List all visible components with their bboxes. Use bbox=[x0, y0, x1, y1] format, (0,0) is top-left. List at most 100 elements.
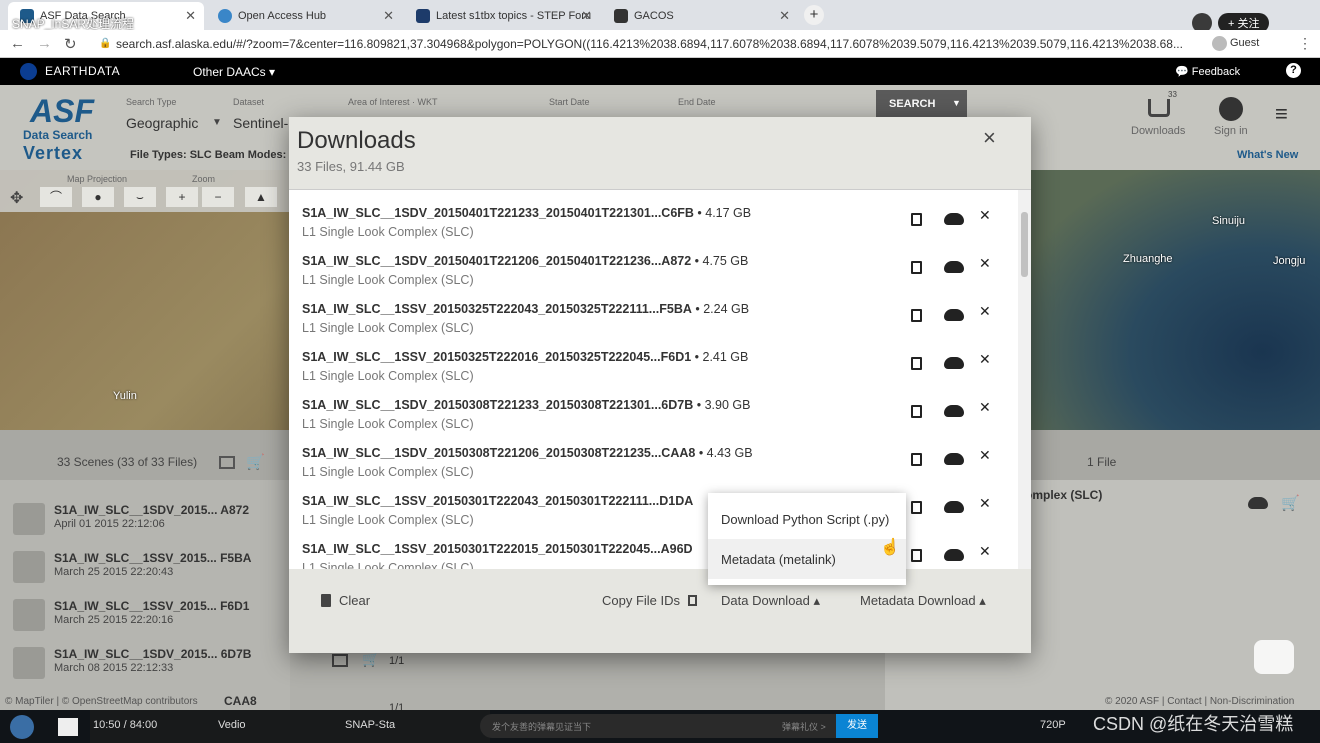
menu-item-python-script[interactable]: Download Python Script (.py) bbox=[708, 499, 906, 539]
data-download-button[interactable]: Data Download ▴ bbox=[721, 593, 820, 609]
zoom-to-scene-icon[interactable] bbox=[332, 654, 348, 667]
list-item[interactable]: S1A_IW_SLC__1SSV_2015... F5BA March 25 2… bbox=[13, 549, 283, 593]
menu-item-metalink[interactable]: Metadata (metalink) bbox=[708, 539, 906, 579]
cart-icon[interactable] bbox=[1148, 99, 1170, 117]
list-item[interactable]: S1A_IW_SLC__1SSV_2015... F6D1 March 25 2… bbox=[13, 597, 283, 641]
remove-icon[interactable]: ✕ bbox=[979, 255, 991, 272]
map-attribution[interactable]: © MapTiler | © OpenStreetMap contributor… bbox=[5, 696, 198, 707]
video-play-overlay-icon[interactable] bbox=[1254, 640, 1294, 674]
copy-icon[interactable] bbox=[911, 453, 922, 466]
copy-icon[interactable] bbox=[911, 261, 922, 274]
tab-gacos[interactable]: GACOS ✕ bbox=[602, 2, 798, 30]
remove-icon[interactable]: ✕ bbox=[979, 447, 991, 464]
tab-step-forum[interactable]: Latest s1tbx topics - STEP Foru ✕ bbox=[404, 2, 600, 30]
remove-icon[interactable]: ✕ bbox=[979, 351, 991, 368]
menu-kebab-icon[interactable]: ⋮ bbox=[1298, 35, 1312, 52]
copy-icon[interactable] bbox=[911, 309, 922, 322]
close-tab-icon[interactable]: ✕ bbox=[383, 8, 394, 24]
zoom-in-button[interactable]: + bbox=[166, 187, 198, 207]
remove-icon[interactable]: ✕ bbox=[979, 207, 991, 224]
playback-time: 10:50 / 84:00 bbox=[93, 719, 158, 731]
cart-icon[interactable]: 🛒 bbox=[362, 651, 379, 668]
close-icon[interactable]: × bbox=[983, 125, 996, 151]
whats-new-link[interactable]: What's New bbox=[1237, 149, 1298, 161]
copy-icon[interactable] bbox=[911, 405, 922, 418]
help-icon[interactable]: ? bbox=[1286, 63, 1301, 78]
scene-name: S1A_IW_SLC__1SDV_2015... A872 bbox=[54, 503, 249, 517]
cloud-download-icon[interactable] bbox=[944, 405, 964, 417]
clear-button[interactable]: Clear bbox=[321, 593, 370, 608]
danmu-input[interactable]: 发个友善的弹幕见证当下 弹幕礼仪 > bbox=[480, 714, 836, 738]
zoom-label: Zoom bbox=[192, 174, 216, 184]
copy-icon[interactable] bbox=[911, 213, 922, 226]
caret-down-icon[interactable]: ▼ bbox=[952, 98, 961, 108]
close-tab-icon[interactable]: ✕ bbox=[581, 8, 592, 24]
cloud-download-icon[interactable] bbox=[1248, 497, 1268, 509]
cloud-download-icon[interactable] bbox=[944, 309, 964, 321]
remove-icon[interactable]: ✕ bbox=[979, 495, 991, 512]
remove-icon[interactable]: ✕ bbox=[979, 543, 991, 560]
new-tab-icon[interactable]: + bbox=[804, 5, 824, 25]
cloud-download-icon[interactable] bbox=[944, 213, 964, 225]
other-daacs-menu[interactable]: Other DAACs ▾ bbox=[193, 65, 275, 79]
profile-icon[interactable] bbox=[1212, 36, 1227, 51]
cloud-download-icon[interactable] bbox=[944, 453, 964, 465]
antarctic-projection-button[interactable]: ⌣ bbox=[124, 187, 156, 207]
taskbar-app[interactable]: SNAP-Sta bbox=[345, 719, 395, 731]
pan-icon[interactable]: ✥ bbox=[10, 188, 23, 208]
copy-file-ids-button[interactable]: Copy File IDs bbox=[602, 593, 697, 608]
feedback-label: Feedback bbox=[1191, 66, 1241, 78]
hamburger-menu-icon[interactable]: ≡ bbox=[1275, 103, 1288, 125]
arctic-projection-button[interactable]: ⌒ bbox=[40, 187, 72, 207]
next-icon[interactable] bbox=[58, 718, 78, 736]
remove-icon[interactable]: ✕ bbox=[979, 399, 991, 416]
cloud-download-icon[interactable] bbox=[944, 549, 964, 561]
table-row: S1A_IW_SLC__1SDV_20150308T221206_2015030… bbox=[289, 430, 1014, 479]
list-item[interactable]: S1A_IW_SLC__1SDV_2015... 6D7B March 08 2… bbox=[13, 645, 283, 689]
dataset-select[interactable]: Sentinel-1 bbox=[233, 115, 296, 131]
view-mountain-icon[interactable]: ▲ bbox=[245, 187, 277, 207]
scene-date: March 25 2015 22:20:43 bbox=[54, 566, 174, 578]
cloud-download-icon[interactable] bbox=[944, 261, 964, 273]
close-tab-icon[interactable]: ✕ bbox=[185, 8, 196, 24]
scrollbar[interactable] bbox=[1018, 190, 1031, 569]
file-type: L1 Single Look Complex (SLC) bbox=[302, 465, 474, 479]
add-all-to-cart-icon[interactable]: 🛒 bbox=[246, 453, 265, 471]
copy-icon[interactable] bbox=[911, 357, 922, 370]
zoom-to-results-icon[interactable] bbox=[219, 456, 235, 469]
profile-label[interactable]: Guest bbox=[1230, 37, 1259, 49]
earthdata-title[interactable]: EARTHDATA bbox=[45, 64, 120, 78]
cloud-download-icon[interactable] bbox=[944, 501, 964, 513]
remove-icon[interactable]: ✕ bbox=[979, 303, 991, 320]
copy-icon[interactable] bbox=[911, 549, 922, 562]
equatorial-projection-button[interactable]: ● bbox=[82, 187, 114, 207]
search-button[interactable]: SEARCH ▼ bbox=[876, 90, 967, 117]
tab-open-access-hub[interactable]: Open Access Hub ✕ bbox=[206, 2, 402, 30]
signin-label[interactable]: Sign in bbox=[1214, 125, 1248, 137]
earthdata-bar: EARTHDATA Other DAACs ▾ 💬 Feedback ? bbox=[0, 58, 1320, 85]
quality-selector[interactable]: 720P bbox=[1040, 719, 1066, 731]
play-icon[interactable] bbox=[10, 715, 34, 739]
back-icon[interactable]: ← bbox=[10, 35, 25, 52]
scrollbar-thumb[interactable] bbox=[1021, 212, 1028, 277]
asf-logo-text: ASF bbox=[30, 93, 94, 129]
zoom-out-button[interactable]: − bbox=[202, 187, 234, 207]
cloud-download-icon[interactable] bbox=[944, 357, 964, 369]
list-item[interactable]: S1A_IW_SLC__1SDV_2015... A872 April 01 2… bbox=[13, 501, 283, 545]
search-type-select[interactable]: Geographic bbox=[126, 115, 198, 131]
send-button[interactable]: 发送 bbox=[836, 714, 878, 738]
url-input[interactable]: search.asf.alaska.edu/#/?zoom=7&center=1… bbox=[116, 37, 1206, 51]
danmu-etiquette-link[interactable]: 弹幕礼仪 > bbox=[782, 720, 826, 733]
account-icon[interactable] bbox=[1219, 97, 1243, 121]
downloads-label[interactable]: Downloads bbox=[1131, 125, 1185, 137]
reload-icon[interactable]: ↻ bbox=[64, 35, 77, 53]
taskbar-folder[interactable]: Vedio bbox=[218, 719, 246, 731]
close-tab-icon[interactable]: ✕ bbox=[779, 8, 790, 24]
forward-icon[interactable]: → bbox=[37, 35, 52, 52]
metadata-download-button[interactable]: Metadata Download ▴ bbox=[860, 593, 986, 609]
copy-icon[interactable] bbox=[911, 501, 922, 514]
file-name: S1A_IW_SLC__1SDV_20150401T221206_2015040… bbox=[302, 254, 692, 268]
feedback-link[interactable]: 💬 Feedback bbox=[1175, 65, 1240, 78]
cart-icon[interactable]: 🛒 bbox=[1281, 494, 1300, 512]
footer-copyright[interactable]: © 2020 ASF | Contact | Non-Discriminatio… bbox=[1105, 696, 1294, 707]
